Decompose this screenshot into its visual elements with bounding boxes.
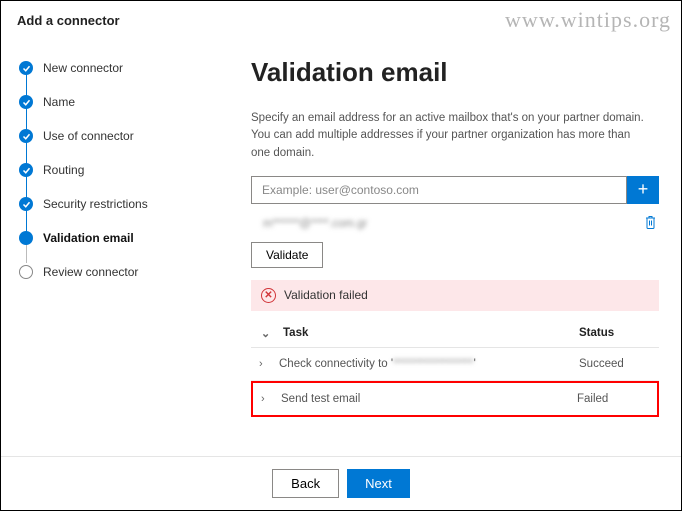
step-validation-email[interactable]: Validation email	[19, 221, 191, 255]
trash-icon	[644, 215, 657, 229]
column-status: Status	[579, 327, 649, 339]
email-input-row: +	[251, 176, 659, 204]
page-title: Validation email	[251, 57, 659, 88]
page-description: Specify an email address for an active m…	[251, 110, 651, 162]
added-email-text: m******@****.com.gr	[253, 218, 367, 230]
panel-body: New connector Name Use of connector Rout…	[1, 39, 681, 455]
wizard-panel: Add a connector New connector Name Use o…	[1, 1, 681, 455]
step-label: Review connector	[43, 265, 138, 279]
check-icon	[19, 61, 33, 75]
add-email-button[interactable]: +	[627, 176, 659, 204]
plus-icon: +	[638, 179, 649, 200]
step-name[interactable]: Name	[19, 85, 191, 119]
step-label: Name	[43, 95, 75, 109]
task-name: Check connectivity to '*****************…	[279, 358, 579, 370]
step-label: New connector	[43, 61, 123, 75]
panel-title: Add a connector	[1, 1, 681, 38]
chevron-right-icon: ›	[259, 358, 279, 370]
validation-failed-banner: ✕ Validation failed	[251, 280, 659, 311]
validation-failed-text: Validation failed	[284, 288, 368, 302]
task-status: Succeed	[579, 358, 649, 370]
delete-email-button[interactable]	[644, 215, 657, 234]
step-label: Validation email	[43, 231, 134, 245]
task-status: Failed	[577, 393, 647, 405]
next-button[interactable]: Next	[347, 469, 410, 498]
check-icon	[19, 129, 33, 143]
chevron-right-icon: ›	[261, 393, 281, 405]
main-content: Validation email Specify an email addres…	[191, 39, 681, 455]
step-label: Use of connector	[43, 129, 134, 143]
column-task: Task	[283, 327, 579, 339]
validate-button[interactable]: Validate	[251, 242, 323, 268]
task-row-connectivity[interactable]: › Check connectivity to '***************…	[251, 348, 659, 381]
task-row-send-test-email[interactable]: › Send test email Failed	[251, 381, 659, 417]
step-label: Routing	[43, 163, 84, 177]
back-button[interactable]: Back	[272, 469, 339, 498]
wizard-footer: Back Next	[1, 456, 681, 510]
error-icon: ✕	[261, 288, 276, 303]
check-icon	[19, 197, 33, 211]
added-email-row: m******@****.com.gr	[251, 212, 659, 242]
wizard-sidebar: New connector Name Use of connector Rout…	[1, 39, 191, 455]
check-icon	[19, 95, 33, 109]
future-step-icon	[19, 265, 33, 279]
step-routing[interactable]: Routing	[19, 153, 191, 187]
step-new-connector[interactable]: New connector	[19, 51, 191, 85]
current-step-icon	[19, 231, 33, 245]
step-review-connector[interactable]: Review connector	[19, 255, 191, 289]
check-icon	[19, 163, 33, 177]
task-name: Send test email	[281, 393, 577, 405]
task-table-header: ⌄ Task Status	[251, 317, 659, 348]
email-input[interactable]	[251, 176, 627, 204]
chevron-down-icon[interactable]: ⌄	[261, 327, 270, 340]
step-use-of-connector[interactable]: Use of connector	[19, 119, 191, 153]
step-security-restrictions[interactable]: Security restrictions	[19, 187, 191, 221]
step-label: Security restrictions	[43, 197, 148, 211]
